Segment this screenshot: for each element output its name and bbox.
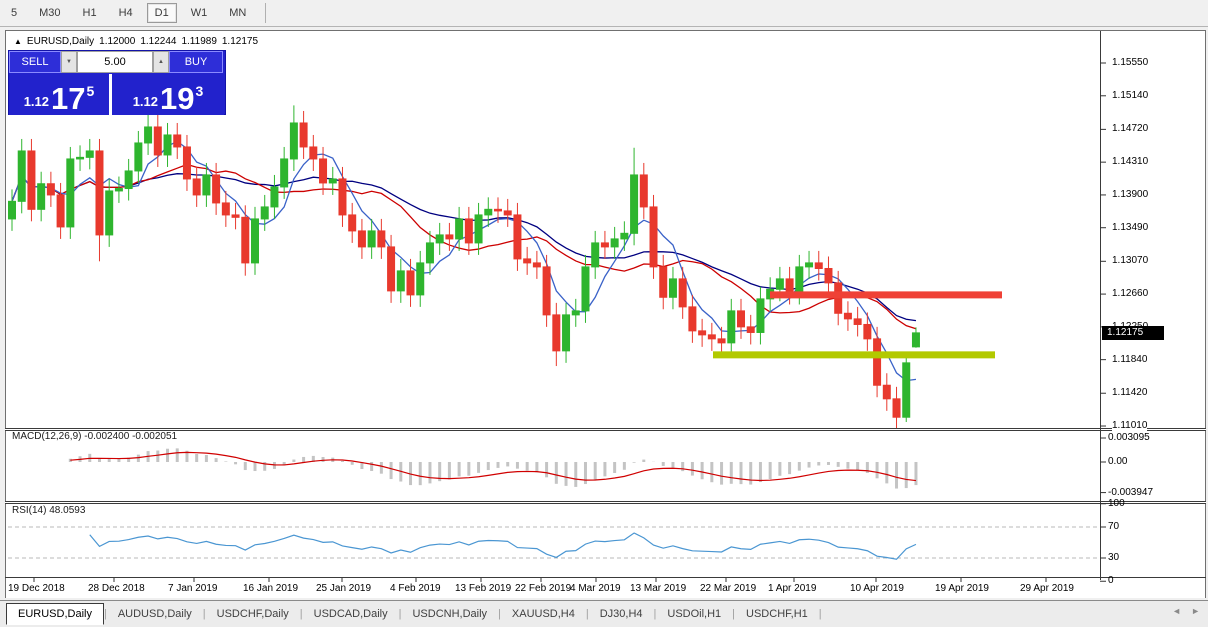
- sell-button[interactable]: SELL: [9, 51, 61, 73]
- panel-collapse-icon[interactable]: ▲: [14, 37, 22, 46]
- tab-scroll-arrows: ◄ ►: [1172, 606, 1200, 616]
- quote-open: 1.12000: [99, 36, 135, 47]
- macd-axis-label: 0.00: [1108, 456, 1127, 467]
- price-axis-label: 1.15550: [1112, 57, 1148, 68]
- buy-price-point: 3: [196, 83, 204, 99]
- sell-price-point: 5: [87, 83, 95, 99]
- rsi-axis-label: 100: [1108, 498, 1125, 509]
- chart-tab-usdcad-daily[interactable]: USDCAD,Daily: [303, 604, 399, 624]
- date-axis-label: 1 Apr 2019: [768, 583, 816, 594]
- chart-tab-dj30-h4[interactable]: DJ30,H4: [589, 604, 654, 624]
- date-axis-label: 19 Dec 2018: [8, 583, 65, 594]
- date-axis-label: 7 Jan 2019: [168, 583, 218, 594]
- rsi-label: RSI(14) 48.0593: [12, 505, 85, 516]
- date-axis-label: 29 Apr 2019: [1020, 583, 1074, 594]
- quote-high: 1.12244: [140, 36, 176, 47]
- price-axis-label: 1.13070: [1112, 255, 1148, 266]
- chart-tab-bar: EURUSD,Daily|AUDUSD,Daily|USDCHF,Daily|U…: [0, 600, 1208, 627]
- mt4-window: { "toolbar": { "timeframes": [ {"label":…: [0, 0, 1208, 627]
- tab-divider: |: [819, 608, 822, 620]
- price-axis-label: 1.14720: [1112, 123, 1148, 134]
- date-axis-label: 16 Jan 2019: [243, 583, 298, 594]
- sell-price-pips: 17: [51, 84, 85, 113]
- price-axis-label: 1.15140: [1112, 90, 1148, 101]
- chart-tab-usdoil-h1[interactable]: USDOil,H1: [656, 604, 732, 624]
- date-axis-label: 19 Apr 2019: [935, 583, 989, 594]
- price-axis-label: 1.12660: [1112, 288, 1148, 299]
- price-axis-label: 1.11010: [1112, 420, 1147, 431]
- chart-tab-eurusd-daily[interactable]: EURUSD,Daily: [6, 603, 104, 625]
- chart-tab-usdchf-h1[interactable]: USDCHF,H1: [735, 604, 819, 624]
- macd-label: MACD(12,26,9) -0.002400 -0.002051: [12, 431, 177, 442]
- volume-decrease-button[interactable]: ▼: [61, 51, 77, 73]
- volume-input[interactable]: [77, 51, 153, 73]
- chart-tab-usdcnh-daily[interactable]: USDCNH,Daily: [401, 604, 498, 624]
- date-axis-label: 13 Feb 2019: [455, 583, 511, 594]
- date-axis-label: 25 Jan 2019: [316, 583, 371, 594]
- date-axis-label: 4 Feb 2019: [390, 583, 441, 594]
- price-axis-label: 1.14310: [1112, 156, 1148, 167]
- one-click-trade-panel: SELL ▼ ▲ BUY 1.12 17 5 1.12 19 3: [8, 50, 226, 115]
- chart-symbol-label: EURUSD,Daily: [27, 36, 94, 47]
- sell-price-prefix: 1.12: [24, 94, 49, 109]
- price-axis-label: 1.13490: [1112, 222, 1148, 233]
- rsi-axis-label: 30: [1108, 552, 1119, 563]
- buy-button[interactable]: BUY: [169, 51, 223, 73]
- quote-low: 1.11989: [181, 36, 216, 47]
- date-axis-label: 4 Mar 2019: [570, 583, 621, 594]
- buy-price-display[interactable]: 1.12 19 3: [112, 74, 224, 115]
- chart-tab-xauusd-h4[interactable]: XAUUSD,H4: [501, 604, 586, 624]
- date-axis-label: 10 Apr 2019: [850, 583, 904, 594]
- chart-tab-audusd-daily[interactable]: AUDUSD,Daily: [107, 604, 203, 624]
- rsi-axis-label: 0: [1108, 575, 1114, 586]
- macd-axis-label: 0.003095: [1108, 432, 1150, 443]
- sell-price-display[interactable]: 1.12 17 5: [9, 74, 112, 115]
- buy-price-pips: 19: [160, 84, 194, 113]
- buy-price-prefix: 1.12: [133, 94, 158, 109]
- date-axis-label: 13 Mar 2019: [630, 583, 686, 594]
- price-axis-label: 1.11420: [1112, 387, 1147, 398]
- tab-scroll-right-icon[interactable]: ►: [1191, 606, 1200, 616]
- tab-scroll-left-icon[interactable]: ◄: [1172, 606, 1181, 616]
- price-axis-label: 1.13900: [1112, 189, 1148, 200]
- date-axis-label: 22 Feb 2019: [515, 583, 571, 594]
- price-axis-label: 1.11840: [1112, 354, 1147, 365]
- macd-axis-label: -0.003947: [1108, 487, 1153, 498]
- chart-header: ▲ EURUSD,Daily 1.12000 1.12244 1.11989 1…: [14, 36, 258, 47]
- volume-increase-button[interactable]: ▲: [153, 51, 169, 73]
- date-axis-label: 22 Mar 2019: [700, 583, 756, 594]
- rsi-axis-label: 70: [1108, 521, 1119, 532]
- current-price-badge: 1.12175: [1102, 326, 1164, 340]
- quote-close: 1.12175: [222, 36, 258, 47]
- chart-tab-usdchf-daily[interactable]: USDCHF,Daily: [206, 604, 300, 624]
- date-axis-label: 28 Dec 2018: [88, 583, 145, 594]
